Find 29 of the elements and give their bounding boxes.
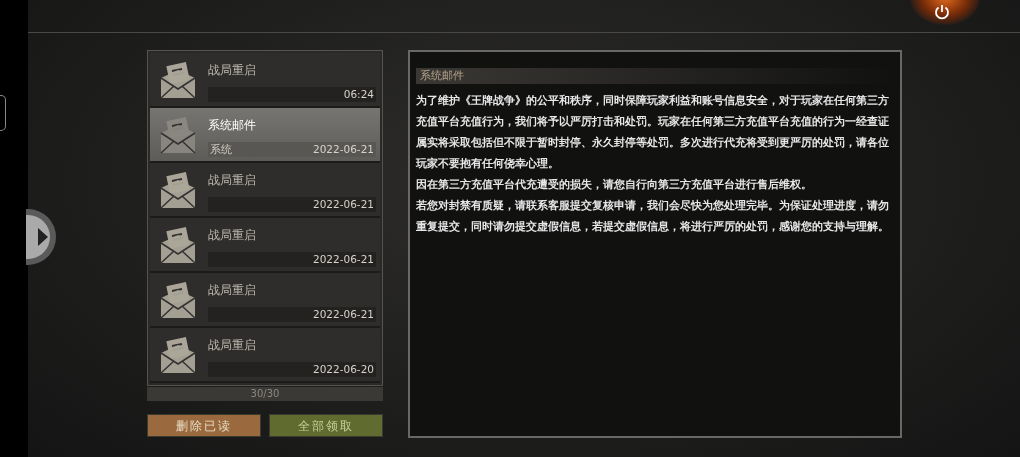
mail-time: 2022-06-20 <box>312 361 374 377</box>
mail-item[interactable]: 系统邮件 系统 2022-06-21 <box>150 108 380 163</box>
mail-time: 06:24 <box>343 86 374 102</box>
side-tab[interactable] <box>0 95 6 131</box>
mail-subject: 战局重启 <box>208 283 256 297</box>
mail-time: 2022-06-21 <box>312 196 374 212</box>
mail-subject: 战局重启 <box>208 338 256 352</box>
power-icon[interactable] <box>933 3 951 21</box>
mail-subject: 战局重启 <box>208 173 256 187</box>
mail-item[interactable]: 战局重启 2022-06-21 <box>150 163 380 218</box>
mail-item[interactable]: 战局重启 2022-06-21 <box>150 273 380 328</box>
envelope-icon <box>158 117 198 157</box>
mail-paragraph: 为了维护《王牌战争》的公平和秩序，同时保障玩家利益和账号信息安全，对于玩家在任何第三方充值平台充值行为，我们将予以严厉打击和处罚。玩家在任何第三方充值平台充值的行为一经查证属实将采取包括但不限于暂时封停、永久封停等处罚。多次进行代充将受到更严厉的处罚，请各位玩家不要抱有任何侥幸心理。 <box>416 93 890 171</box>
mail-subject: 战局重启 <box>208 63 256 77</box>
mail-time: 2022-06-21 <box>312 306 374 322</box>
mail-count: 30/30 <box>147 387 383 401</box>
delete-read-button[interactable]: 删除已读 <box>147 414 261 437</box>
mail-time: 2022-06-21 <box>312 251 374 267</box>
arrow-button[interactable] <box>26 207 58 267</box>
mail-paragraph: 若您对封禁有质疑，请联系客服提交复核申请，我们会尽快为您处理完毕。为保证处理进度，请勿重复提交，同时请勿提交虚假信息，若提交虚假信息，将进行严厉的处罚，感谢您的支持与理解。 <box>416 198 890 234</box>
mail-time: 2022-06-21 <box>312 141 374 157</box>
mail-item[interactable]: 战局重启 2022-06-21 <box>150 218 380 273</box>
mail-sender: 系统 <box>210 141 232 157</box>
claim-all-button[interactable]: 全部领取 <box>269 414 383 437</box>
mail-paragraph: 因在第三方充值平台代充遭受的损失，请您自行向第三方充值平台进行售后维权。 <box>416 177 813 192</box>
mail-item[interactable]: 战局重启 06:24 <box>150 53 380 108</box>
mail-subject: 战局重启 <box>208 228 256 242</box>
mail-subject: 系统邮件 <box>208 118 256 132</box>
mail-item[interactable]: 战局重启 2022-06-20 <box>150 328 380 383</box>
